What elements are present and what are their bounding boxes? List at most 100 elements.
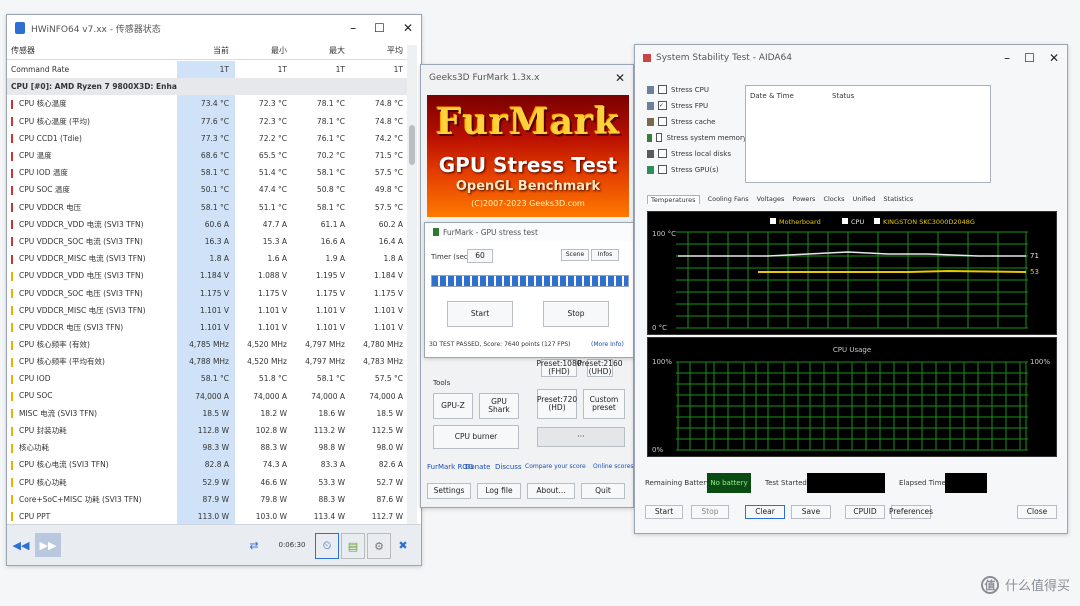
- minimize-button[interactable]: –: [350, 21, 356, 35]
- sensor-row[interactable]: CPU VDDCR_SOC 电流 (SVI3 TFN) 16.3 A 15.3 A 1…: [7, 232, 409, 251]
- sensor-row[interactable]: CPU VDDCR 电压 (SVI3 TFN) 1.101 V 1.101 V 1.1…: [7, 318, 409, 336]
- network-icon[interactable]: ⇄: [243, 533, 265, 557]
- sensor-row[interactable]: CPU SOC 温度 50.1 °C 47.4 °C 50.8 °C 49.8 °C: [7, 181, 409, 199]
- sensor-row[interactable]: CPU 封装功耗 112.8 W 102.8 W 113.2 W 112.5 W: [7, 421, 409, 440]
- more-info-link[interactable]: (More Info): [591, 341, 624, 348]
- vertical-scrollbar[interactable]: [407, 45, 417, 525]
- close-button[interactable]: ✕: [403, 21, 413, 35]
- tab-clocks[interactable]: Clocks: [823, 195, 844, 204]
- sensor-row[interactable]: CPU 核心电流 (SVI3 TFN) 82.8 A 74.3 A 83.3 A 82.…: [7, 456, 409, 474]
- tab-unified[interactable]: Unified: [853, 195, 876, 204]
- maximize-button[interactable]: ☐: [374, 21, 385, 35]
- legend-checkbox[interactable]: [842, 218, 848, 224]
- clear-button[interactable]: Clear: [745, 505, 785, 519]
- checkbox[interactable]: [658, 85, 667, 94]
- sensor-row[interactable]: MISC 电流 (SVI3 TFN) 18.5 W 18.2 W 18.6 W 18.5…: [7, 404, 409, 422]
- legend-checkbox[interactable]: [770, 218, 776, 224]
- sensor-row[interactable]: CPU 核心频率 (平均有效) 4,788 MHz 4,520 MHz 4,797 M…: [7, 353, 409, 371]
- checkbox[interactable]: [658, 149, 667, 158]
- sensor-row[interactable]: CPU VDDCR_MISC 电压 (SVI3 TFN) 1.101 V 1.101…: [7, 301, 409, 319]
- cpuid-button[interactable]: CPUID: [845, 505, 885, 519]
- settings-icon[interactable]: ⚙: [367, 533, 391, 559]
- checkbox[interactable]: [655, 133, 663, 142]
- link-donate[interactable]: Donate: [465, 463, 490, 471]
- preset-fhd-button[interactable]: Preset:1080 (FHD): [537, 359, 582, 377]
- tab-voltages[interactable]: Voltages: [757, 195, 785, 204]
- save-button[interactable]: Save: [791, 505, 831, 519]
- start-button[interactable]: Start: [645, 505, 683, 519]
- sensor-row[interactable]: CPU VDDCR 电压 58.1 °C 51.1 °C 58.1 °C 57.5 °C: [7, 198, 409, 216]
- st-minimize-button[interactable]: –: [1004, 51, 1010, 65]
- scrollbar-thumb[interactable]: [409, 125, 415, 165]
- link-compare[interactable]: Compare your score: [525, 463, 586, 470]
- nav-next-icon[interactable]: ▶▶: [35, 533, 61, 557]
- close-button-aida[interactable]: Close: [1017, 505, 1057, 519]
- col-avg[interactable]: 平均: [351, 45, 409, 59]
- stop-button[interactable]: Stop: [691, 505, 729, 519]
- gpushark-button[interactable]: GPU Shark: [479, 393, 519, 419]
- tab-scene[interactable]: Scene: [561, 249, 589, 261]
- stress-option[interactable]: Stress system memory: [647, 133, 747, 142]
- dialog-start-button[interactable]: Start: [447, 301, 513, 327]
- sensor-row[interactable]: CPU IOD 温度 58.1 °C 51.4 °C 58.1 °C 57.5 °C: [7, 164, 409, 182]
- log-file-button[interactable]: Log file: [477, 483, 521, 499]
- link-online-scores[interactable]: Online scores: [593, 463, 634, 470]
- stress-option[interactable]: ✓ Stress FPU: [647, 101, 747, 110]
- stress-option[interactable]: Stress GPU(s): [647, 165, 747, 174]
- tab-cooling-fans[interactable]: Cooling Fans: [708, 195, 749, 204]
- checkbox[interactable]: ✓: [658, 101, 667, 110]
- checkbox[interactable]: [658, 165, 667, 174]
- cpu-burner-button[interactable]: CPU burner: [433, 425, 519, 449]
- gpuz-button[interactable]: GPU-Z: [433, 393, 473, 419]
- sensor-row[interactable]: CPU 温度 68.6 °C 65.5 °C 70.2 °C 71.5 °C: [7, 146, 409, 165]
- sensor-row[interactable]: CPU 核心功耗 52.9 W 46.6 W 53.3 W 52.7 W: [7, 473, 409, 491]
- about-button[interactable]: About...: [527, 483, 575, 499]
- sensor-row[interactable]: CPU VDDCR_MISC 电流 (SVI3 TFN) 1.8 A 1.6 A 1.…: [7, 250, 409, 268]
- tab-statistics[interactable]: Statistics: [883, 195, 913, 204]
- sensor-row[interactable]: Core+SoC+MISC 功耗 (SVI3 TFN) 87.9 W 79.8 W 8…: [7, 490, 409, 508]
- tab-powers[interactable]: Powers: [792, 195, 815, 204]
- stress-option[interactable]: Stress cache: [647, 117, 747, 126]
- stress-option[interactable]: Stress CPU: [647, 85, 747, 94]
- sensor-name-text: CPU [#0]: AMD Ryzen 7 9800X3D: Enhanced: [11, 82, 177, 92]
- sensor-row[interactable]: Command Rate 1T 1T 1T 1T: [7, 61, 409, 79]
- preferences-button[interactable]: Preferences: [889, 505, 933, 519]
- tab-temperatures[interactable]: Temperatures: [647, 195, 700, 204]
- stress-option[interactable]: Stress local disks: [647, 149, 747, 158]
- sensor-row[interactable]: 核心功耗 98.3 W 88.3 W 98.8 W 98.0 W: [7, 439, 409, 457]
- quit-button[interactable]: Quit: [581, 483, 625, 499]
- nav-prev-icon[interactable]: ◀◀: [11, 533, 31, 557]
- col-min[interactable]: 最小: [235, 45, 293, 59]
- settings-button[interactable]: Settings: [427, 483, 471, 499]
- col-max[interactable]: 最大: [293, 45, 351, 59]
- report-icon[interactable]: ▤: [341, 533, 365, 559]
- sensor-row[interactable]: CPU VDDCR_VDD 电流 (SVI3 TFN) 60.6 A 47.7 A 6…: [7, 215, 409, 233]
- dialog-stop-button[interactable]: Stop: [543, 301, 609, 327]
- col-current[interactable]: 当前: [177, 45, 235, 59]
- checkbox[interactable]: [658, 117, 667, 126]
- preset-hd-button[interactable]: Preset:720 (HD): [537, 389, 577, 419]
- st-maximize-button[interactable]: ☐: [1024, 51, 1035, 65]
- sensor-row[interactable]: CPU 核心频率 (有效) 4,785 MHz 4,520 MHz 4,797 MHz…: [7, 336, 409, 354]
- sensor-row[interactable]: CPU VDDCR_VDD 电压 (SVI3 TFN) 1.184 V 1.088 …: [7, 267, 409, 285]
- sensor-row[interactable]: CPU IOD 58.1 °C 51.8 °C 58.1 °C 57.5 °C: [7, 370, 409, 388]
- timer-input[interactable]: 60: [467, 249, 493, 263]
- sensor-row[interactable]: CPU 核心温度 73.4 °C 72.3 °C 78.1 °C 74.8 °C: [7, 95, 409, 113]
- furmark-close-button[interactable]: ✕: [615, 71, 625, 85]
- tab-infos[interactable]: Infos: [591, 249, 619, 261]
- sensor-row[interactable]: CPU 核心温度 (平均) 77.6 °C 72.3 °C 78.1 °C 74.8 °…: [7, 112, 409, 130]
- preset-2160-button[interactable]: Preset:2160 (UHD): [578, 359, 623, 377]
- sensor-row[interactable]: CPU PPT 113.0 W 103.0 W 113.4 W 112.7 W: [7, 507, 409, 525]
- st-close-button[interactable]: ✕: [1049, 51, 1059, 65]
- sensor-group-row[interactable]: CPU [#0]: AMD Ryzen 7 9800X3D: Enhanced: [7, 78, 409, 96]
- col-sensor[interactable]: 传感器: [7, 45, 177, 59]
- sensor-row[interactable]: CPU CCD1 (Tdie) 77.3 °C 72.2 °C 76.1 °C 74.2…: [7, 129, 409, 147]
- sensor-row[interactable]: CPU SOC 74,000 A 74,000 A 74,000 A 74,000 A: [7, 387, 409, 405]
- custom-preset-button[interactable]: Custom preset: [583, 389, 625, 419]
- compare-button[interactable]: ···: [537, 427, 625, 447]
- sensor-row[interactable]: CPU VDDCR_SOC 电压 (SVI3 TFN) 1.175 V 1.175 …: [7, 284, 409, 302]
- link-discuss[interactable]: Discuss: [495, 463, 522, 471]
- clock-icon[interactable]: ⏲: [315, 533, 339, 559]
- legend-checkbox[interactable]: [874, 218, 880, 224]
- close-x-icon[interactable]: ✖: [393, 533, 413, 557]
